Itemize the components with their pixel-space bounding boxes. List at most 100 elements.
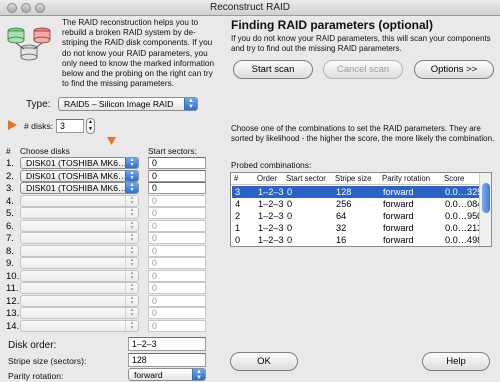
help-button[interactable]: Help [422, 352, 490, 371]
probed-combinations-label: Probed combinations: [231, 160, 312, 170]
disk-select-3[interactable]: DISK01 (TOSHIBA MK6… ▲ ▼ [20, 182, 139, 194]
stripe-size-input[interactable]: 128 [128, 353, 206, 367]
disk-select-value: DISK01 (TOSHIBA MK6… [26, 183, 127, 193]
options-button[interactable]: Options >> [414, 60, 494, 79]
row-number: 9. [6, 258, 14, 269]
row-number: 12. [6, 295, 20, 307]
table-cell: forward [383, 211, 414, 221]
table-cell: 1 [235, 223, 241, 233]
th-order[interactable]: Order [257, 174, 277, 183]
parity-rotation-value: forward [134, 370, 163, 380]
scrollbar-thumb[interactable] [482, 183, 490, 213]
col-start-sectors: Start sectors: [148, 146, 197, 156]
disk-select-7[interactable]: ▲ ▼ [20, 232, 139, 244]
table-cell: 0 [287, 211, 293, 221]
row-number: 8. [6, 245, 14, 257]
finding-parameters-heading: Finding RAID parameters (optional) [231, 18, 434, 32]
ok-button[interactable]: OK [230, 352, 298, 371]
parity-rotation-select[interactable]: forward ▲ ▼ [128, 368, 206, 381]
disk-select-10[interactable]: ▲ ▼ [20, 269, 139, 282]
start-sector-input-7[interactable]: 0 [148, 232, 206, 244]
start-sector-input-14[interactable]: 0 [148, 319, 206, 332]
col-num: # [6, 146, 11, 156]
finding-parameters-description: If you do not know your RAID parameters,… [231, 34, 491, 53]
select-arrows-icon: ▲ ▼ [125, 258, 138, 268]
row-number: 1. [6, 158, 14, 169]
table-row[interactable]: 1 1–2–3 0 32 forward 0.0…213 [232, 222, 482, 234]
table-cell: 64 [336, 211, 347, 221]
disk-select-13[interactable]: ▲ ▼ [20, 307, 139, 319]
window-title: Reconstruct RAID [209, 2, 291, 13]
table-scrollbar[interactable] [479, 173, 491, 246]
col-choose-disks: Choose disks [20, 146, 70, 156]
table-cell: 1–2–3 [258, 187, 284, 197]
cancel-scan-button[interactable]: Cancel scan [323, 60, 403, 79]
start-sector-input-12[interactable]: 0 [148, 294, 206, 307]
disks-label: # disks: [24, 121, 54, 131]
start-sector-input-8[interactable]: 0 [148, 244, 206, 257]
disk-select-12[interactable]: ▲ ▼ [20, 294, 139, 307]
select-arrows-icon: ▲ ▼ [125, 295, 138, 306]
start-sector-input-13[interactable]: 0 [148, 307, 206, 319]
start-sector-input-4[interactable]: 0 [148, 194, 206, 207]
disk-select-11[interactable]: ▲ ▼ [20, 282, 139, 294]
table-cell: 0 [287, 187, 293, 197]
disk-order-input[interactable]: 1–2–3 [128, 337, 206, 351]
th-parity-rotation[interactable]: Parity rotation [382, 174, 430, 183]
select-arrows-icon: ▲ ▼ [125, 233, 138, 243]
table-cell: forward [383, 187, 414, 197]
disk-select-5[interactable]: ▲ ▼ [20, 207, 139, 219]
th-stripe-size[interactable]: Stripe size [335, 174, 371, 183]
start-sector-input-2[interactable]: 0 [148, 169, 206, 182]
select-arrows-icon: ▲ ▼ [125, 220, 138, 231]
table-row[interactable]: 0 1–2–3 0 16 forward 0.0…498 [232, 234, 483, 246]
start-sector-input-11[interactable]: 0 [148, 282, 206, 294]
disk-select-8[interactable]: ▲ ▼ [20, 244, 139, 257]
stripe-size-label: Stripe size (sectors): [8, 356, 87, 366]
table-row[interactable]: 2 1–2–3 0 64 forward 0.0…950 [232, 210, 482, 222]
select-arrows-icon: ▲ ▼ [125, 208, 138, 218]
select-arrows-icon: ▲ ▼ [125, 245, 138, 256]
start-sector-input-9[interactable]: 0 [148, 257, 206, 269]
raid-type-select[interactable]: RAID5 – Silicon Image RAID ▲ ▼ [58, 97, 198, 111]
parity-rotation-label: Parity rotation: [8, 371, 64, 381]
disk-select-1[interactable]: DISK01 (TOSHIBA MK6… ▲ ▼ [20, 157, 139, 169]
start-scan-button[interactable]: Start scan [233, 60, 313, 79]
row-number: 13. [6, 308, 20, 319]
probed-combinations-table[interactable]: # Order Start sector Stripe size Parity … [230, 172, 492, 247]
start-sector-input-3[interactable]: 0 [148, 182, 206, 194]
table-cell: forward [383, 199, 414, 209]
disk-select-6[interactable]: ▲ ▼ [20, 219, 139, 232]
select-arrows-icon: ▲ ▼ [125, 183, 138, 193]
disks-count-input[interactable]: 3 [56, 119, 84, 133]
start-sector-input-6[interactable]: 0 [148, 219, 206, 232]
th-score[interactable]: Score [444, 174, 464, 183]
table-cell: 32 [336, 223, 347, 233]
disk-select-9[interactable]: ▲ ▼ [20, 257, 139, 269]
choose-combination-text: Choose one of the combinations to set th… [231, 124, 495, 143]
disk-select-4[interactable]: ▲ ▼ [20, 194, 139, 207]
intro-text: The RAID reconstruction helps you to reb… [62, 18, 215, 89]
row-number: 7. [6, 233, 14, 244]
disk-select-2[interactable]: DISK01 (TOSHIBA MK6… ▲ ▼ [20, 169, 139, 182]
table-cell: 1–2–3 [258, 223, 284, 233]
disk-select-14[interactable]: ▲ ▼ [20, 319, 139, 332]
disks-stepper[interactable]: ▲ ▼ [86, 118, 95, 134]
table-row[interactable]: 3 1–2–3 0 128 forward 0.0…325 [232, 186, 482, 198]
table-cell: 256 [336, 199, 352, 209]
table-cell: 0 [287, 199, 293, 209]
row-number: 4. [6, 195, 14, 207]
select-arrows-icon: ▲ ▼ [125, 195, 138, 206]
table-row[interactable]: 4 1–2–3 0 256 forward 0.0…084 [232, 198, 482, 210]
start-sector-input-1[interactable]: 0 [148, 157, 206, 169]
th-num[interactable]: # [234, 174, 238, 183]
row-number: 5. [6, 208, 14, 219]
table-cell: 0.0…498 [445, 235, 483, 245]
th-start-sector[interactable]: Start sector [286, 174, 326, 183]
type-label: Type: [26, 99, 51, 110]
select-arrows-icon: ▲ ▼ [125, 283, 138, 293]
start-sector-input-5[interactable]: 0 [148, 207, 206, 219]
select-arrows-icon: ▲ ▼ [125, 320, 138, 331]
row-number: 14. [6, 320, 20, 332]
start-sector-input-10[interactable]: 0 [148, 269, 206, 282]
